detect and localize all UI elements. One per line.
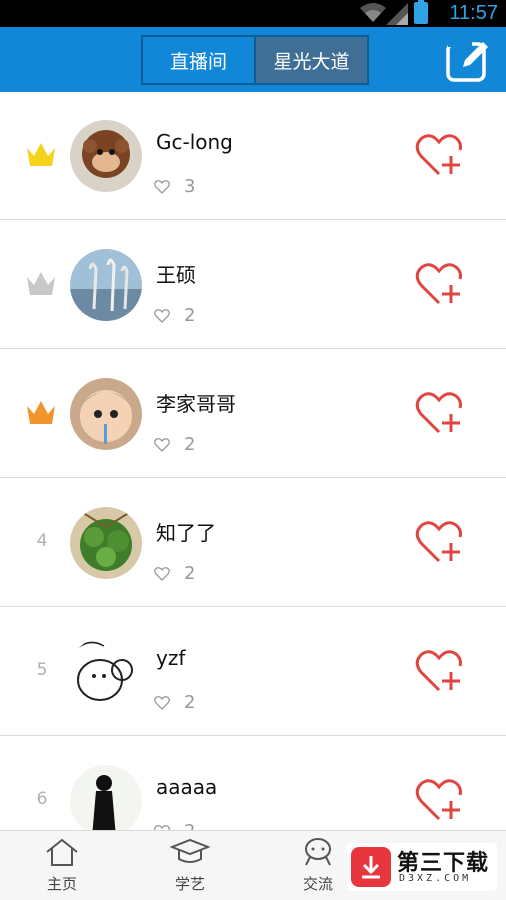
list-item[interactable]: 5 yzf 2 [0, 608, 506, 736]
heart-plus-icon[interactable] [415, 132, 463, 178]
likes-count: 3 [184, 176, 196, 197]
user-name: Gc-long [156, 130, 233, 154]
tab-label: 星光大道 [273, 50, 350, 73]
heart-outline-icon [154, 695, 170, 710]
likes-count: 2 [184, 692, 196, 713]
list-item[interactable]: 6 aaaaa 2 [0, 737, 506, 830]
rank-number: 6 [36, 789, 48, 809]
avatar [70, 636, 142, 708]
likes: 2 [154, 692, 195, 713]
list-item[interactable]: 王硕 2 [0, 221, 506, 349]
bronze-crown-icon [27, 401, 55, 424]
avatar [70, 378, 142, 450]
silver-crown-icon [27, 272, 55, 295]
status-bar: 11:57 [0, 0, 506, 27]
heart-plus-icon[interactable] [415, 261, 463, 307]
tab-label: 学艺 [174, 875, 205, 893]
likes-count: 2 [184, 434, 196, 455]
signal-icon [386, 3, 408, 25]
user-name: 王硕 [156, 263, 196, 287]
likes-count: 2 [184, 563, 196, 584]
header: 直播间 星光大道 [0, 27, 506, 92]
likes: 2 [154, 434, 195, 455]
heart-outline-icon [154, 437, 170, 452]
heart-plus-icon[interactable] [415, 519, 463, 565]
user-name: aaaaa [156, 775, 218, 799]
avatar [70, 120, 142, 192]
wifi-icon [360, 3, 386, 22]
list-item[interactable]: 李家哥哥 2 [0, 350, 506, 478]
tab-live-room[interactable]: 直播间 [143, 37, 256, 83]
heart-plus-icon[interactable] [415, 390, 463, 436]
likes-count: 2 [184, 821, 195, 830]
likes: 2 [154, 305, 195, 326]
rank-number: 5 [36, 660, 48, 680]
tab-star-avenue[interactable]: 星光大道 [256, 37, 367, 83]
likes-count: 2 [184, 305, 196, 326]
user-name: 李家哥哥 [156, 392, 236, 416]
ranking-list: Gc-long 3 王硕 2 李家哥哥 2 4 知了了 2 5 yzf 2 6 … [0, 92, 506, 830]
heart-plus-icon[interactable] [415, 648, 463, 694]
heart-outline-icon [154, 566, 170, 581]
tab-learn[interactable]: 学艺 [160, 837, 220, 894]
avatar [70, 507, 142, 579]
watermark-domain: D3XZ.COM [399, 873, 472, 884]
avatar [70, 249, 142, 321]
tab-label: 直播间 [169, 50, 227, 73]
likes: 2 [154, 821, 195, 830]
status-time: 11:57 [449, 2, 498, 24]
likes: 3 [154, 176, 195, 197]
home-icon [46, 838, 78, 866]
graduation-cap-icon [169, 838, 211, 863]
heart-outline-icon [154, 308, 170, 323]
tab-label: 主页 [46, 875, 77, 893]
likes: 2 [154, 563, 195, 584]
compose-icon[interactable] [445, 37, 491, 83]
watermark-logo [351, 847, 391, 887]
user-name: yzf [156, 646, 186, 670]
tab-label: 交流 [302, 875, 333, 893]
tab-chat[interactable]: 交流 [288, 837, 348, 894]
avatar [70, 765, 142, 830]
list-item[interactable]: Gc-long 3 [0, 92, 506, 220]
rank-number: 4 [36, 531, 48, 551]
battery-icon [414, 0, 428, 24]
gold-crown-icon [27, 143, 55, 166]
heart-outline-icon [154, 179, 170, 194]
heart-plus-icon[interactable] [415, 777, 463, 823]
segmented-control: 直播间 星光大道 [141, 35, 369, 85]
watermark: 第三下载 D3XZ.COM [347, 843, 497, 891]
tab-home[interactable]: 主页 [32, 837, 92, 894]
list-item[interactable]: 4 知了了 2 [0, 479, 506, 607]
user-name: 知了了 [156, 521, 216, 545]
chat-icon [305, 838, 331, 866]
